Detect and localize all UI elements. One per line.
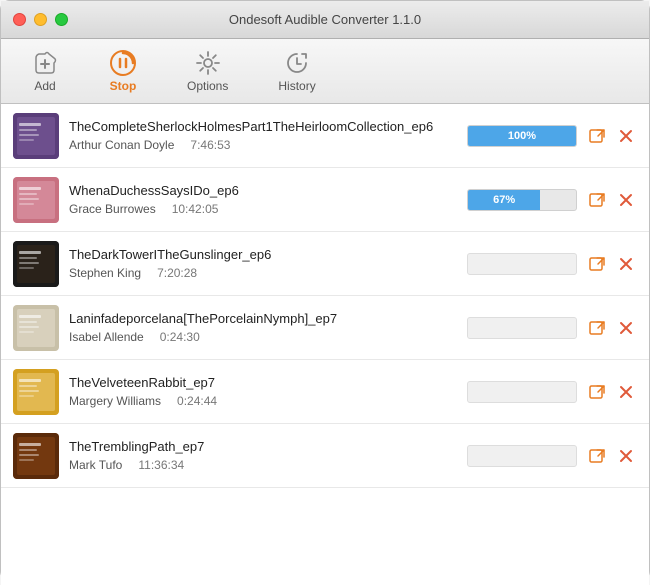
minimize-button[interactable] [34, 13, 47, 26]
book-cover [13, 177, 59, 223]
options-icon [194, 49, 222, 77]
remove-button[interactable] [615, 381, 637, 403]
book-actions [587, 381, 637, 403]
book-actions [587, 253, 637, 275]
toolbar-item-add[interactable]: Add [21, 45, 69, 97]
table-row: TheVelveteenRabbit_ep7 Margery Williams … [1, 360, 649, 424]
open-file-button[interactable] [587, 253, 609, 275]
book-meta: Grace Burrowes 10:42:05 [69, 202, 457, 216]
open-file-button[interactable] [587, 381, 609, 403]
book-duration: 10:42:05 [172, 202, 219, 216]
book-title: TheVelveteenRabbit_ep7 [69, 375, 457, 390]
table-row: TheCompleteSherlockHolmesPart1TheHeirloo… [1, 104, 649, 168]
book-title: Laninfadeporcelana[ThePorcelainNymph]_ep… [69, 311, 457, 326]
book-author: Mark Tufo [69, 458, 122, 472]
close-button[interactable] [13, 13, 26, 26]
book-cover [13, 241, 59, 287]
book-author: Isabel Allende [69, 330, 144, 344]
book-cover [13, 113, 59, 159]
progress-label: 100% [508, 130, 536, 142]
book-author: Arthur Conan Doyle [69, 138, 174, 152]
book-title: TheTremblingPath_ep7 [69, 439, 457, 454]
app-title: Ondesoft Audible Converter 1.1.0 [229, 12, 421, 27]
book-progress [467, 381, 577, 403]
book-progress [467, 317, 577, 339]
book-author: Grace Burrowes [69, 202, 156, 216]
book-actions [587, 189, 637, 211]
table-row: Laninfadeporcelana[ThePorcelainNymph]_ep… [1, 296, 649, 360]
book-duration: 7:46:53 [190, 138, 230, 152]
progress-label: 67% [493, 194, 515, 206]
open-file-button[interactable] [587, 317, 609, 339]
book-cover [13, 305, 59, 351]
book-duration: 11:36:34 [138, 458, 184, 472]
table-row: TheDarkTowerITheGunslinger_ep6 Stephen K… [1, 232, 649, 296]
book-duration: 7:20:28 [157, 266, 197, 280]
book-author: Stephen King [69, 266, 141, 280]
book-meta: Arthur Conan Doyle 7:46:53 [69, 138, 457, 152]
book-meta: Mark Tufo 11:36:34 [69, 458, 457, 472]
title-bar: Ondesoft Audible Converter 1.1.0 [1, 1, 649, 39]
book-cover [13, 433, 59, 479]
history-icon [283, 49, 311, 77]
table-row: TheTremblingPath_ep7 Mark Tufo 11:36:34 [1, 424, 649, 488]
book-progress: 67% [467, 189, 577, 211]
book-duration: 0:24:44 [177, 394, 217, 408]
book-info: TheVelveteenRabbit_ep7 Margery Williams … [69, 375, 457, 408]
toolbar-item-history[interactable]: History [268, 45, 325, 97]
toolbar: Add Stop Options [1, 39, 649, 104]
book-meta: Stephen King 7:20:28 [69, 266, 457, 280]
table-row: WhenaDuchessSaysIDo_ep6 Grace Burrowes 1… [1, 168, 649, 232]
remove-button[interactable] [615, 125, 637, 147]
book-author: Margery Williams [69, 394, 161, 408]
toolbar-item-options[interactable]: Options [177, 45, 238, 97]
book-info: TheCompleteSherlockHolmesPart1TheHeirloo… [69, 119, 457, 152]
book-progress: 100% [467, 125, 577, 147]
remove-button[interactable] [615, 189, 637, 211]
toolbar-item-stop[interactable]: Stop [99, 45, 147, 97]
add-icon [31, 49, 59, 77]
traffic-lights [13, 13, 68, 26]
book-info: TheTremblingPath_ep7 Mark Tufo 11:36:34 [69, 439, 457, 472]
remove-button[interactable] [615, 253, 637, 275]
book-actions [587, 125, 637, 147]
book-actions [587, 445, 637, 467]
book-title: TheDarkTowerITheGunslinger_ep6 [69, 247, 457, 262]
remove-button[interactable] [615, 445, 637, 467]
open-file-button[interactable] [587, 445, 609, 467]
book-progress [467, 445, 577, 467]
book-meta: Margery Williams 0:24:44 [69, 394, 457, 408]
options-label: Options [187, 79, 228, 93]
open-file-button[interactable] [587, 125, 609, 147]
book-info: TheDarkTowerITheGunslinger_ep6 Stephen K… [69, 247, 457, 280]
book-cover [13, 369, 59, 415]
maximize-button[interactable] [55, 13, 68, 26]
book-info: WhenaDuchessSaysIDo_ep6 Grace Burrowes 1… [69, 183, 457, 216]
open-file-button[interactable] [587, 189, 609, 211]
remove-button[interactable] [615, 317, 637, 339]
book-actions [587, 317, 637, 339]
stop-icon [109, 49, 137, 77]
book-list: TheCompleteSherlockHolmesPart1TheHeirloo… [1, 104, 649, 585]
history-label: History [278, 79, 315, 93]
book-title: TheCompleteSherlockHolmesPart1TheHeirloo… [69, 119, 457, 134]
book-duration: 0:24:30 [160, 330, 200, 344]
add-label: Add [34, 79, 55, 93]
book-title: WhenaDuchessSaysIDo_ep6 [69, 183, 457, 198]
book-info: Laninfadeporcelana[ThePorcelainNymph]_ep… [69, 311, 457, 344]
stop-label: Stop [110, 79, 137, 93]
book-progress [467, 253, 577, 275]
book-meta: Isabel Allende 0:24:30 [69, 330, 457, 344]
